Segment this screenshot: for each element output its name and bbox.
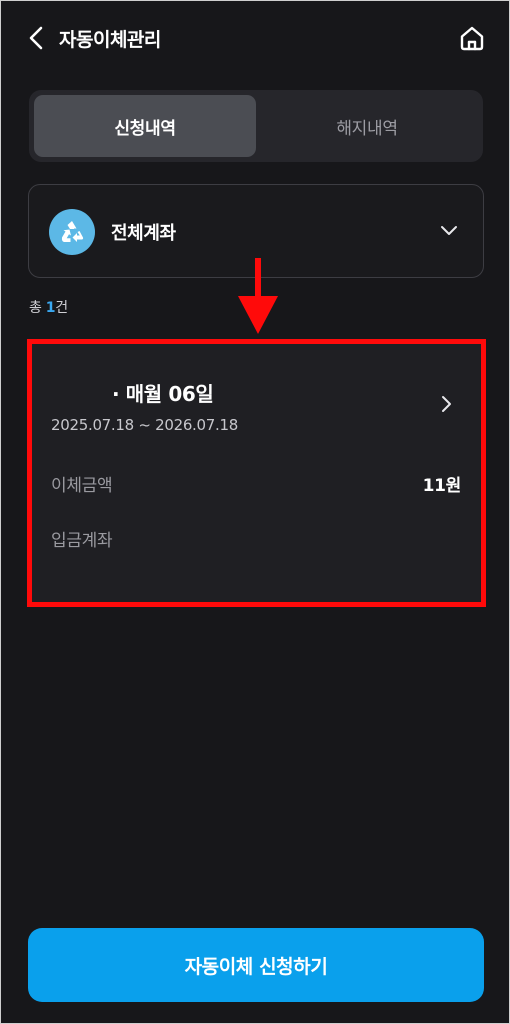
chevron-right-icon	[442, 396, 451, 412]
transfer-period: 2025.07.18 ~ 2026.07.18	[51, 416, 238, 434]
apply-auto-transfer-button[interactable]: 자동이체 신청하기	[28, 928, 484, 1002]
back-button[interactable]	[21, 23, 51, 53]
transfer-card[interactable]: · 매월 06일 2025.07.18 ~ 2026.07.18 이체금액 11…	[27, 339, 486, 607]
amount-value: 11원	[422, 476, 462, 496]
recycle-icon	[61, 221, 84, 242]
account-dropdown-toggle[interactable]	[437, 219, 461, 243]
home-icon	[460, 26, 484, 51]
page-title: 자동이체관리	[59, 29, 161, 51]
home-button[interactable]	[455, 21, 489, 55]
header: 자동이체관리	[1, 1, 509, 77]
transfer-detail-button[interactable]	[437, 394, 457, 414]
tab-bar: 신청내역 해지내역	[29, 90, 483, 162]
tab-applied[interactable]: 신청내역	[34, 95, 256, 157]
total-count-number: 1	[45, 300, 56, 316]
chevron-left-icon	[29, 26, 43, 50]
transfer-schedule: · 매월 06일	[112, 382, 214, 406]
account-icon-badge	[49, 209, 95, 255]
total-suffix: 건	[55, 300, 68, 316]
account-selector-label: 전체계좌	[111, 223, 176, 244]
deposit-account-label: 입금계좌	[51, 531, 113, 551]
total-prefix: 총	[29, 300, 46, 316]
chevron-down-icon	[441, 226, 457, 235]
total-count: 총 1건	[29, 297, 68, 317]
tab-cancelled[interactable]: 해지내역	[256, 95, 478, 157]
amount-label: 이체금액	[51, 476, 113, 496]
screen: 자동이체관리 신청내역 해지내역 전체계좌 총 1건 · 매월 06일 2025…	[0, 0, 510, 1024]
annotation-arrow-icon	[238, 258, 278, 334]
